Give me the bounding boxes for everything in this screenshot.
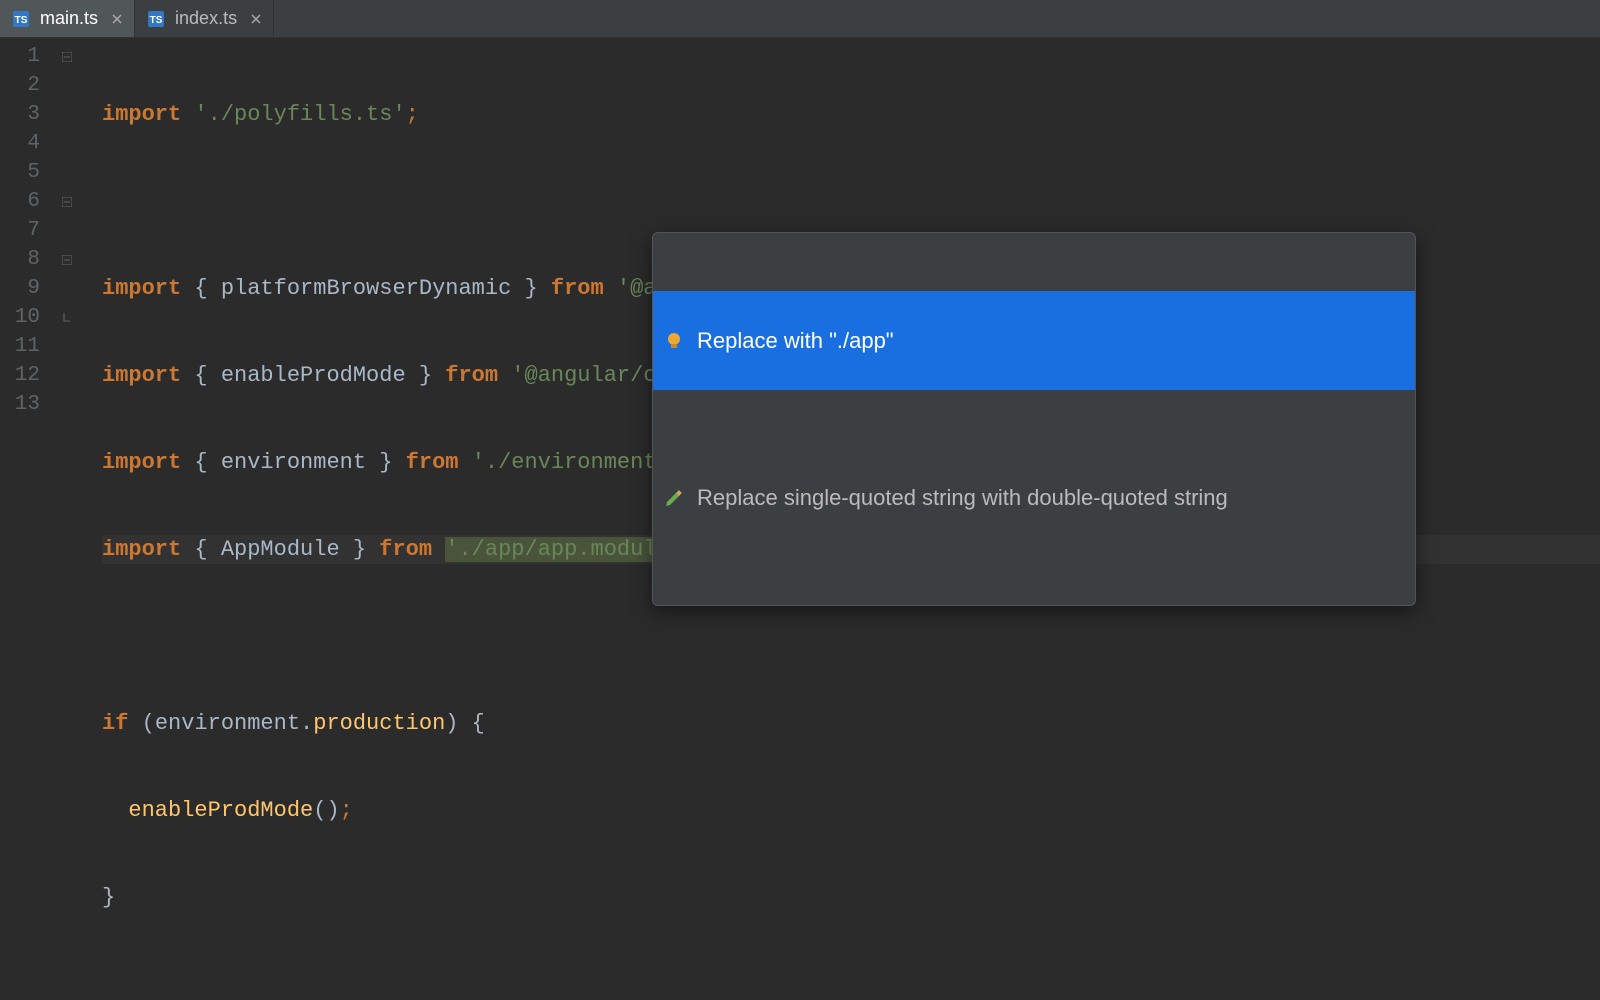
intention-label: Replace with "./app" [697, 326, 1379, 355]
line-number: 2 [0, 71, 40, 100]
submenu-arrow-icon [1391, 454, 1401, 541]
line-number: 13 [0, 390, 40, 419]
tab-label: main.ts [40, 8, 98, 29]
typescript-file-icon: TS [12, 9, 32, 29]
svg-text:TS: TS [150, 15, 163, 26]
pencil-icon [663, 487, 685, 509]
tab-main-ts[interactable]: TS main.ts [0, 0, 135, 37]
code-line [102, 187, 1600, 216]
code-line: enableProdMode(); [102, 796, 1600, 825]
line-number-gutter: 1 2 3 4 5 6 7 8 9 10 11 12 13 [0, 38, 58, 500]
intention-item-replace-quotes[interactable]: Replace single-quoted string with double… [653, 448, 1415, 547]
line-number: 6 [0, 187, 40, 216]
fold-end-icon[interactable] [58, 303, 76, 332]
code-area[interactable]: import './polyfills.ts'; import { platfo… [76, 38, 1600, 500]
line-number: 9 [0, 274, 40, 303]
editor-tabs: TS main.ts TS index.ts [0, 0, 1600, 38]
tab-index-ts[interactable]: TS index.ts [135, 0, 274, 37]
code-line [102, 970, 1600, 999]
code-line: } [102, 883, 1600, 912]
intention-item-replace-with-app[interactable]: Replace with "./app" [653, 291, 1415, 390]
code-editor[interactable]: 1 2 3 4 5 6 7 8 9 10 11 12 13 import './… [0, 38, 1600, 500]
line-number: 5 [0, 158, 40, 187]
lightbulb-icon [663, 330, 685, 352]
intention-label: Replace single-quoted string with double… [697, 483, 1379, 512]
intention-actions-popup: Replace with "./app" Replace single-quot… [652, 232, 1416, 606]
highlighted-string: './app/app.module' [445, 537, 683, 562]
fold-icon[interactable] [58, 42, 76, 71]
fold-icon[interactable] [58, 245, 76, 274]
code-line: import './polyfills.ts'; [102, 100, 1600, 129]
line-number: 1 [0, 42, 40, 71]
fold-icon[interactable] [58, 187, 76, 216]
svg-text:TS: TS [15, 15, 28, 26]
line-number: 3 [0, 100, 40, 129]
line-number: 7 [0, 216, 40, 245]
submenu-arrow-icon [1391, 297, 1401, 384]
typescript-file-icon: TS [147, 9, 167, 29]
line-number: 4 [0, 129, 40, 158]
line-number: 8 [0, 245, 40, 274]
fold-gutter [58, 38, 76, 500]
line-number: 11 [0, 332, 40, 361]
tab-label: index.ts [175, 8, 237, 29]
code-line: if (environment.production) { [102, 709, 1600, 738]
code-line [102, 622, 1600, 651]
line-number: 12 [0, 361, 40, 390]
close-icon[interactable] [245, 8, 261, 29]
close-icon[interactable] [106, 8, 122, 29]
line-number: 10 [0, 303, 40, 332]
